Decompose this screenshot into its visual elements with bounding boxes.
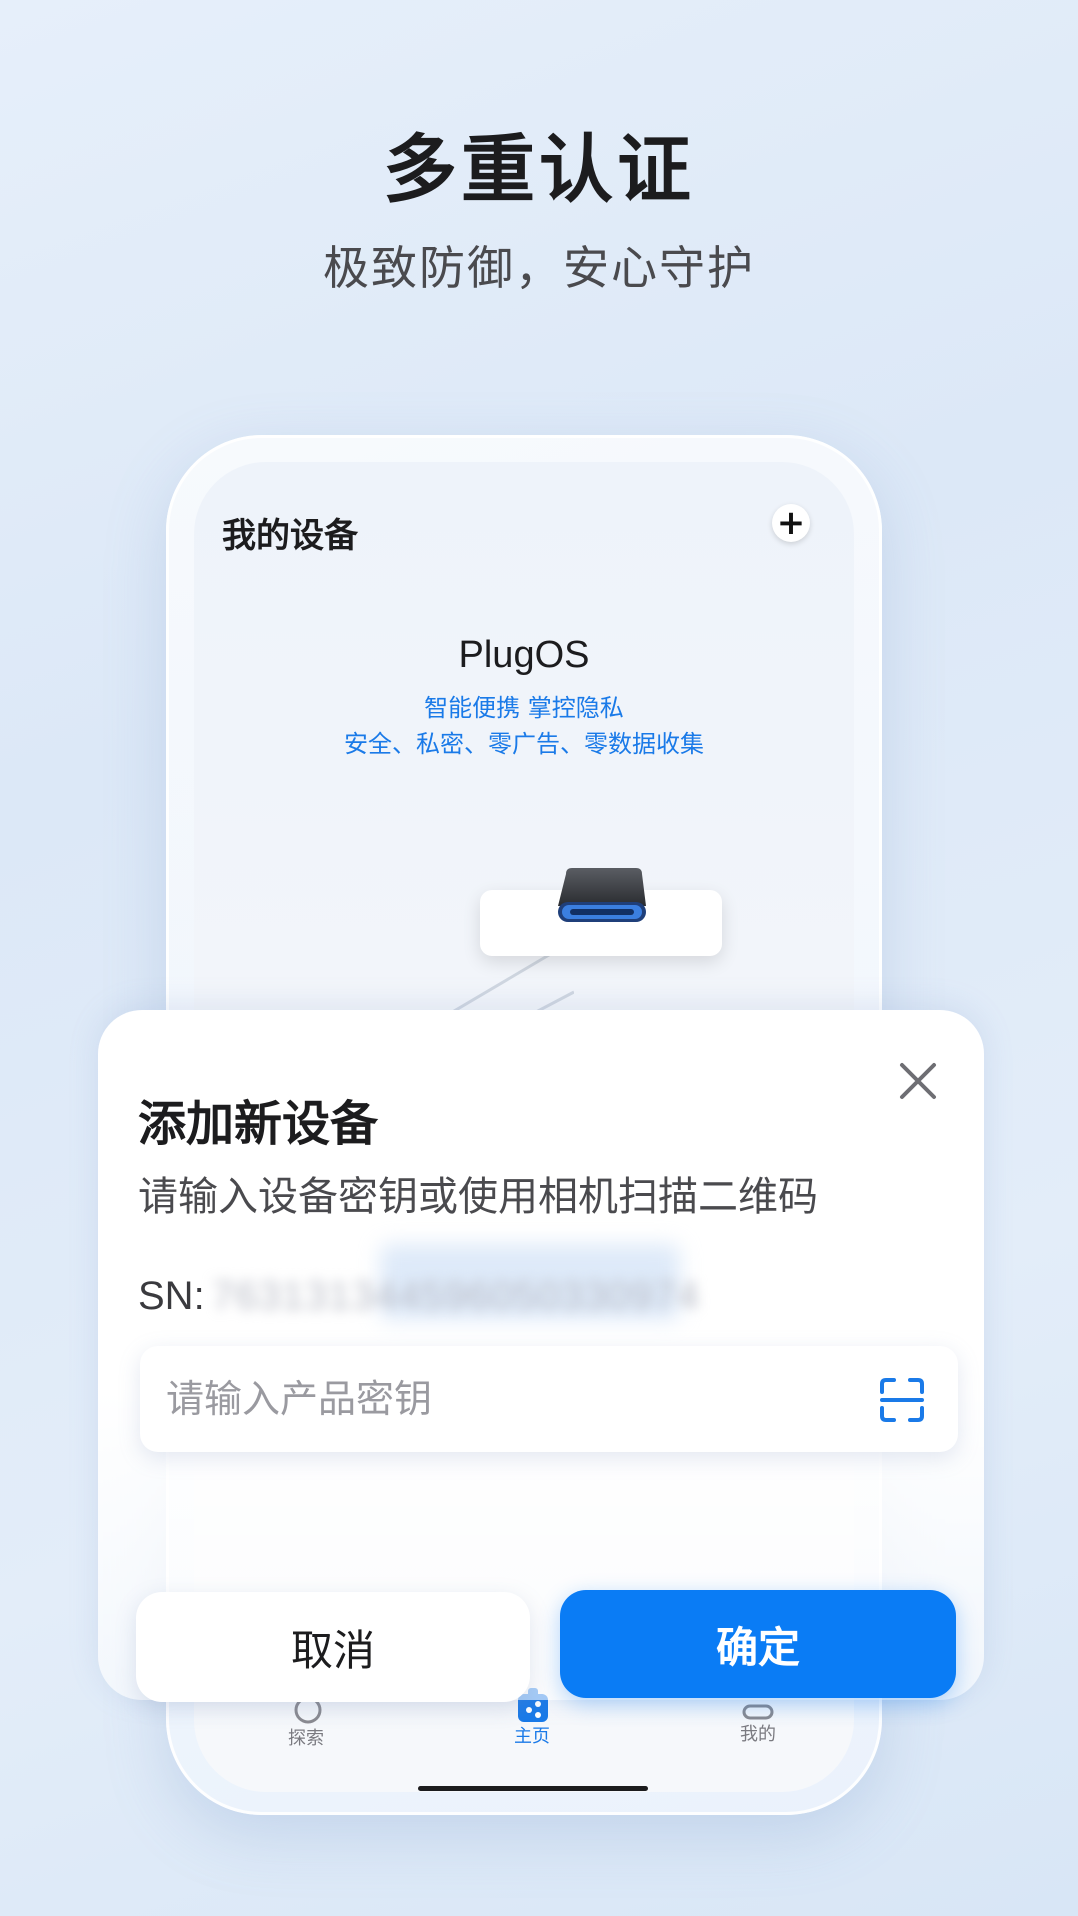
scan-qr-icon[interactable] xyxy=(878,1376,926,1424)
home-indicator xyxy=(418,1786,648,1791)
product-key-input[interactable] xyxy=(166,1346,866,1452)
product-key-field[interactable] xyxy=(140,1346,958,1452)
close-icon[interactable] xyxy=(897,1060,939,1102)
promo-title: 多重认证 xyxy=(383,127,695,213)
sn-label: SN: xyxy=(138,1274,205,1318)
brand-name: PlugOS xyxy=(458,634,590,676)
my-devices-title: 我的设备 xyxy=(222,516,358,556)
tagline-secondary: 安全、私密、零广告、零数据收集 xyxy=(344,730,704,758)
promo-subtitle: 极致防御，安心守护 xyxy=(323,241,755,295)
plus-icon: + xyxy=(776,503,806,543)
dialog-title: 添加新设备 xyxy=(138,1096,379,1152)
tab-profile-label[interactable]: 我的 xyxy=(740,1720,776,1746)
tagline-primary: 智能便携 掌控隐私 xyxy=(424,694,624,722)
add-device-button[interactable]: + xyxy=(772,504,810,542)
confirm-button[interactable]: 确定 xyxy=(560,1590,956,1698)
tab-home-label[interactable]: 主页 xyxy=(514,1722,550,1748)
dialog-description: 请输入设备密钥或使用相机扫描二维码 xyxy=(138,1174,818,1220)
cancel-button[interactable]: 取消 xyxy=(136,1592,530,1702)
sn-value: 7631313445960503309​74 xyxy=(212,1274,701,1318)
usb-drive-icon xyxy=(558,868,646,922)
tab-explore-label[interactable]: 探索 xyxy=(288,1724,324,1750)
